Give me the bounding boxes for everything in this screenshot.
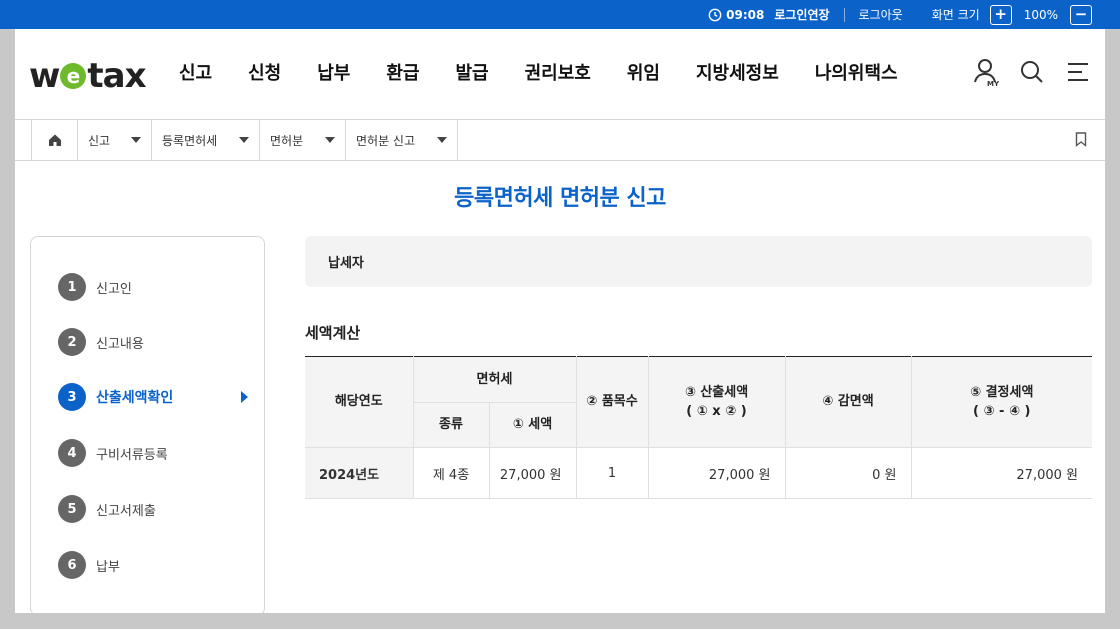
session-timer: 09:08	[708, 8, 764, 22]
step-number: 5	[58, 495, 86, 523]
col-header-line: ③ 산출세액	[684, 384, 749, 400]
zoom-out-button[interactable]: −	[1070, 4, 1092, 25]
col-header-final-tax: ⑤ 결정세액 ( ③ - ④ )	[910, 356, 1092, 448]
breadcrumb-label: 신고	[88, 133, 111, 148]
cell-reduction: 0 원	[784, 447, 912, 499]
bookmark-icon[interactable]	[1075, 132, 1087, 151]
menu-icon[interactable]	[1065, 57, 1091, 87]
col-header-line: ⑤ 결정세액	[970, 384, 1034, 400]
tax-calc-table: 해당연도 면허세 ② 품목수 ③ 산출세액 ( ① x ② ) ④ 감면액 ⑤ …	[305, 356, 1092, 499]
col-header-kind: 종류	[413, 402, 490, 448]
chevron-down-icon	[325, 137, 335, 143]
logo-text-tax: tax	[87, 56, 146, 96]
cell-kind: 제 4종	[412, 447, 490, 499]
zoom-level: 100%	[1023, 7, 1058, 22]
step-number: 4	[58, 439, 86, 467]
site-header: w e tax 신고 신청 납부 환급 발급 권리보호 위임 지방세정보 나의위…	[15, 29, 1105, 120]
step-label: 납부	[96, 559, 120, 575]
logout-link[interactable]: 로그아웃	[859, 6, 903, 23]
breadcrumb-item-report[interactable]: 신고	[78, 120, 152, 160]
tax-calc-title: 세액계산	[305, 324, 361, 342]
step-label: 산출세액확인	[96, 390, 174, 406]
step-item-2[interactable]: 2 신고내용	[58, 328, 248, 356]
current-step-arrow-icon	[241, 391, 248, 403]
nav-item-rights[interactable]: 권리보호	[525, 59, 591, 85]
col-header-line: ( ③ - ④ )	[973, 404, 1031, 419]
breadcrumb-item-registration-tax[interactable]: 등록면허세	[152, 120, 260, 160]
breadcrumb-label: 면허분	[270, 133, 304, 148]
logo-text-w: w	[29, 56, 60, 96]
step-label: 신고내용	[96, 336, 144, 352]
nav-item-my-wetax[interactable]: 나의위택스	[815, 59, 898, 85]
step-number: 6	[58, 551, 86, 579]
home-icon[interactable]	[31, 120, 78, 160]
breadcrumb: 신고 등록면허세 면허분 면허분 신고	[15, 120, 1105, 161]
screen-size-label: 화면 크기	[931, 8, 980, 22]
step-item-1[interactable]: 1 신고인	[58, 273, 248, 301]
main-nav: 신고 신청 납부 환급 발급 권리보호 위임 지방세정보 나의위택스	[179, 59, 934, 85]
cell-items: 1	[575, 447, 649, 499]
clock-icon	[708, 8, 722, 21]
step-label: 신고인	[96, 281, 132, 297]
table-row: 2024년도 제 4종 27,000 원 1 27,000 원 0 원 27,0…	[305, 447, 1092, 499]
nav-item-report[interactable]: 신고	[179, 59, 212, 85]
breadcrumb-item-license[interactable]: 면허분	[260, 120, 346, 160]
col-header-license-tax: 면허세	[412, 356, 577, 403]
step-label: 신고서제출	[96, 503, 156, 519]
svg-text:MY: MY	[987, 80, 999, 87]
nav-item-localtax-info[interactable]: 지방세정보	[696, 59, 779, 85]
chevron-down-icon	[131, 137, 141, 143]
logo-e-badge: e	[60, 63, 87, 89]
col-header-tax: ① 세액	[488, 402, 576, 448]
step-label: 구비서류등록	[96, 447, 168, 463]
col-header-reduction: ④ 감면액	[784, 356, 912, 448]
header-actions: MY	[973, 57, 1091, 87]
nav-item-apply[interactable]: 신청	[248, 59, 281, 85]
session-time: 09:08	[726, 7, 765, 22]
search-icon[interactable]	[1019, 57, 1045, 87]
step-item-3[interactable]: 3 산출세액확인	[58, 383, 248, 411]
step-item-4[interactable]: 4 구비서류등록	[58, 439, 248, 467]
taxpayer-label: 납세자	[328, 256, 364, 271]
cell-final-tax: 27,000 원	[910, 447, 1092, 499]
breadcrumb-label: 등록면허세	[162, 133, 218, 148]
page-title: 등록면허세 면허분 신고	[454, 186, 666, 211]
wetax-logo[interactable]: w e tax	[29, 56, 147, 96]
col-header-calc-tax: ③ 산출세액 ( ① x ② )	[647, 356, 786, 448]
cell-tax: 27,000 원	[488, 447, 577, 499]
step-sidebar: 1 신고인 2 신고내용 3 산출세액확인 4 구비서류등록 5 신고서제출 6…	[30, 236, 265, 613]
col-header-year: 해당연도	[305, 356, 414, 448]
breadcrumb-item-license-report[interactable]: 면허분 신고	[346, 120, 458, 160]
nav-item-pay[interactable]: 납부	[317, 59, 350, 85]
col-header-line: ( ① x ② )	[686, 404, 747, 419]
col-header-items: ② 품목수	[575, 356, 649, 448]
step-item-5[interactable]: 5 신고서제출	[58, 495, 248, 523]
nav-item-refund[interactable]: 환급	[386, 59, 419, 85]
page-content: w e tax 신고 신청 납부 환급 발급 권리보호 위임 지방세정보 나의위…	[15, 29, 1105, 613]
step-item-6[interactable]: 6 납부	[58, 551, 248, 579]
chevron-down-icon	[437, 137, 447, 143]
nav-item-issue[interactable]: 발급	[456, 59, 489, 85]
breadcrumb-label: 면허분 신고	[356, 133, 416, 148]
cell-calc-tax: 27,000 원	[647, 447, 786, 499]
taxpayer-section: 납세자	[305, 236, 1092, 287]
nav-item-delegate[interactable]: 위임	[627, 59, 660, 85]
my-page-icon[interactable]: MY	[973, 57, 999, 87]
step-number: 2	[58, 328, 86, 356]
step-number: 1	[58, 273, 86, 301]
divider	[843, 7, 845, 22]
extend-login-button[interactable]: 로그인연장	[774, 6, 829, 23]
step-number: 3	[58, 383, 86, 411]
cell-year: 2024년도	[305, 447, 414, 499]
utility-bar: 09:08 로그인연장 로그아웃 화면 크기 + 100% −	[0, 0, 1120, 29]
zoom-in-button[interactable]: +	[989, 4, 1012, 25]
chevron-down-icon	[239, 137, 249, 143]
